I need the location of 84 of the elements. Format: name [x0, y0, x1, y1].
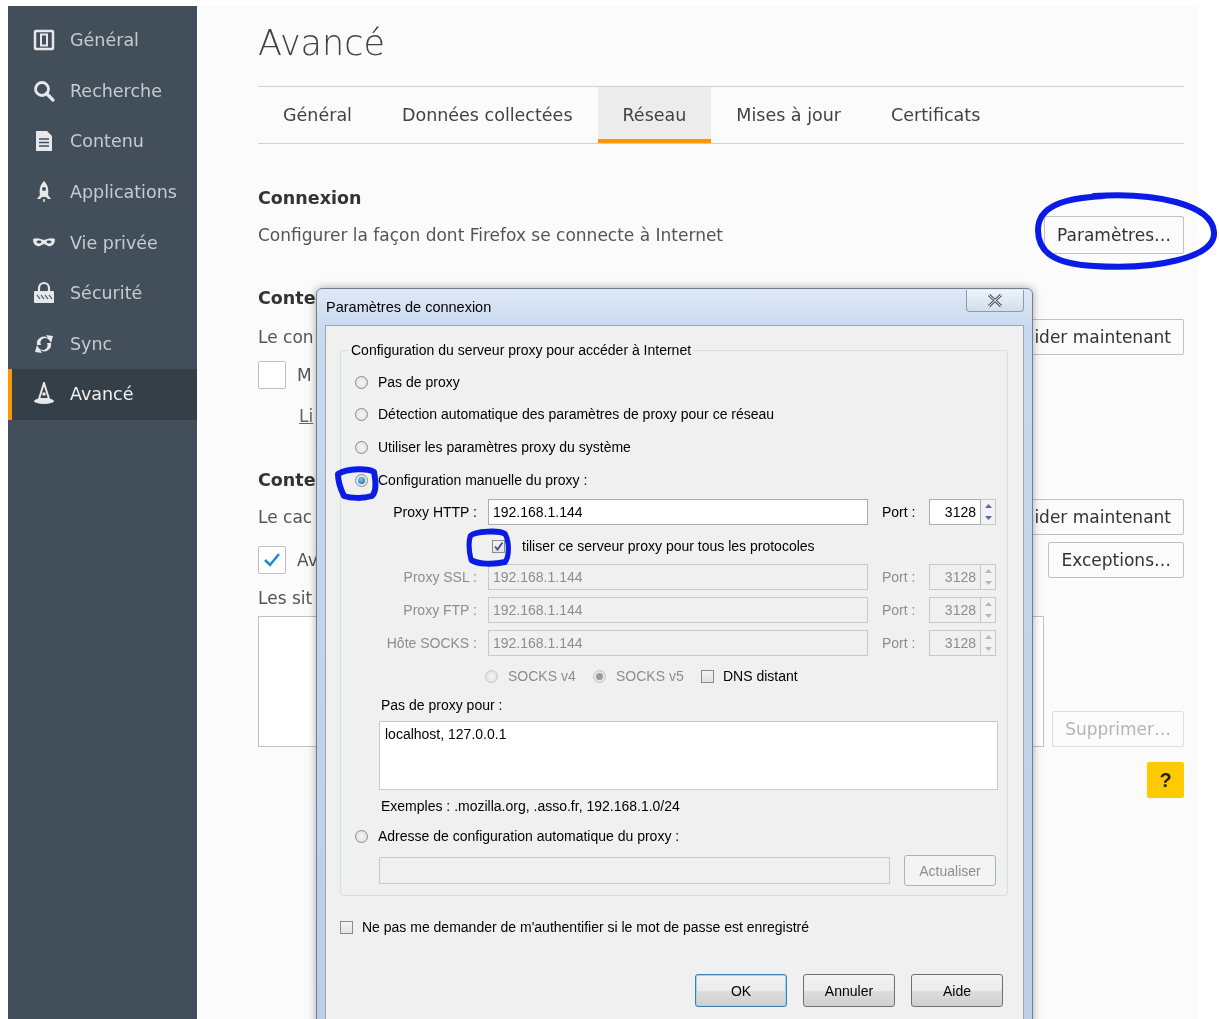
- sidebar-item[interactable]: Recherche: [8, 65, 197, 117]
- radio-button[interactable]: [355, 407, 368, 421]
- host-field[interactable]: 192.168.1.144: [488, 499, 868, 525]
- port-field[interactable]: 3128: [929, 499, 981, 525]
- field-label: Port :: [882, 602, 917, 618]
- radio-button[interactable]: [355, 829, 368, 843]
- sidebar-item[interactable]: Avancé: [8, 369, 197, 420]
- up-arrow-icon: [984, 635, 992, 639]
- help-button[interactable]: ?: [1147, 762, 1184, 798]
- section-heading: Connexion: [258, 188, 362, 208]
- checkbox[interactable]: [258, 361, 286, 389]
- field-label: Proxy FTP :: [402, 602, 477, 618]
- radio-label: Pas de proxy: [378, 374, 460, 390]
- exceptions-button[interactable]: Exceptions…: [1048, 542, 1184, 578]
- list-label: Les sit: [258, 588, 313, 608]
- checkbox[interactable]: [492, 539, 505, 553]
- clear-now-button[interactable]: ider maintenant: [1031, 499, 1184, 535]
- down-arrow-icon: [984, 647, 992, 651]
- group-title: Configuration du serveur proxy pour accéder à Internet: [349, 342, 694, 358]
- checkbox-label: tiliser ce serveur proxy pour tous les protocoles: [522, 538, 815, 554]
- tab[interactable]: Mises à jour: [711, 87, 866, 143]
- dialog-button[interactable]: Annuler: [803, 974, 895, 1007]
- checkmark-icon: [263, 552, 281, 568]
- up-arrow-icon: [984, 569, 992, 573]
- clear-now-button[interactable]: ider maintenant: [1031, 319, 1184, 355]
- sidebar-item[interactable]: Contenu: [8, 116, 197, 167]
- radio-button[interactable]: [355, 473, 368, 487]
- section-description: Le cac: [258, 507, 313, 527]
- field-label: Port :: [882, 569, 917, 585]
- checkbox-label: Ne pas me demander de m'authentifier si le mot de passe est enregistré: [362, 919, 809, 935]
- down-arrow-icon: [984, 516, 992, 520]
- tab[interactable]: Réseau: [597, 87, 712, 143]
- dialog-button[interactable]: OK: [695, 974, 787, 1007]
- page-title: Avancé: [258, 23, 385, 63]
- settings-button[interactable]: Paramètres…: [1044, 216, 1184, 254]
- search-icon: [32, 78, 56, 103]
- checkbox[interactable]: [340, 920, 353, 934]
- checkbox-label: M: [297, 365, 312, 385]
- close-icon: [987, 294, 1003, 307]
- section-description: Le con: [258, 327, 314, 347]
- up-arrow-icon: [984, 504, 992, 508]
- radio-label: Adresse de configuration automatique du proxy :: [378, 828, 680, 844]
- section-heading: Conte: [258, 470, 316, 490]
- no-proxy-field[interactable]: localhost, 127.0.0.1: [379, 721, 998, 790]
- radio-label: SOCKS v5: [616, 668, 684, 684]
- link[interactable]: Li: [299, 406, 314, 426]
- radio-label: SOCKS v4: [508, 668, 576, 684]
- down-arrow-icon: [984, 614, 992, 618]
- sidebar-item[interactable]: Applications: [8, 166, 197, 218]
- down-arrow-icon: [984, 581, 992, 585]
- frame-icon: [32, 28, 56, 53]
- checkbox[interactable]: [258, 546, 286, 574]
- hint-text: Exemples : .mozilla.org, .asso.fr, 192.168.1.0/24: [381, 798, 680, 814]
- radio-button[interactable]: [355, 440, 368, 454]
- radio-label: Détection automatique des paramètres de proxy pour ce réseau: [378, 406, 775, 422]
- radio-label: Configuration manuelle du proxy :: [378, 472, 588, 488]
- tab[interactable]: Données collectées: [376, 87, 598, 143]
- field-label: Pas de proxy pour :: [381, 697, 503, 713]
- section-description: Configurer la façon dont Firefox se connecte à Internet: [258, 225, 724, 245]
- basket-icon: [32, 281, 56, 306]
- field-label: Port :: [882, 504, 917, 520]
- section-heading: Conte: [258, 288, 316, 308]
- sidebar-item[interactable]: Sync: [8, 318, 197, 370]
- spinner[interactable]: [981, 499, 996, 525]
- checkmark-icon: [493, 540, 504, 552]
- field-label: Hôte SOCKS :: [385, 635, 477, 651]
- field-label: Port :: [882, 635, 917, 651]
- sidebar-item[interactable]: Vie privée: [8, 217, 197, 268]
- dialog-button[interactable]: Aide: [911, 974, 1003, 1007]
- radio-button[interactable]: [355, 375, 368, 389]
- field-label: Proxy SSL :: [402, 569, 477, 585]
- tab[interactable]: Général: [258, 87, 377, 143]
- hat-icon: [32, 382, 56, 407]
- sidebar-item[interactable]: Sécurité: [8, 267, 197, 319]
- tab[interactable]: Certificats: [866, 87, 1006, 143]
- sidebar-item[interactable]: Général: [8, 15, 197, 66]
- field-label: Proxy HTTP :: [392, 504, 477, 520]
- close-button[interactable]: [966, 290, 1024, 312]
- checkbox-label: Av: [297, 550, 318, 570]
- up-arrow-icon: [984, 602, 992, 606]
- checkbox[interactable]: [701, 669, 714, 683]
- radio-label: Utiliser les paramètres proxy du système: [378, 439, 631, 455]
- dialog-title: Paramètres de connexion: [326, 299, 492, 315]
- checkbox-label: DNS distant: [723, 668, 798, 684]
